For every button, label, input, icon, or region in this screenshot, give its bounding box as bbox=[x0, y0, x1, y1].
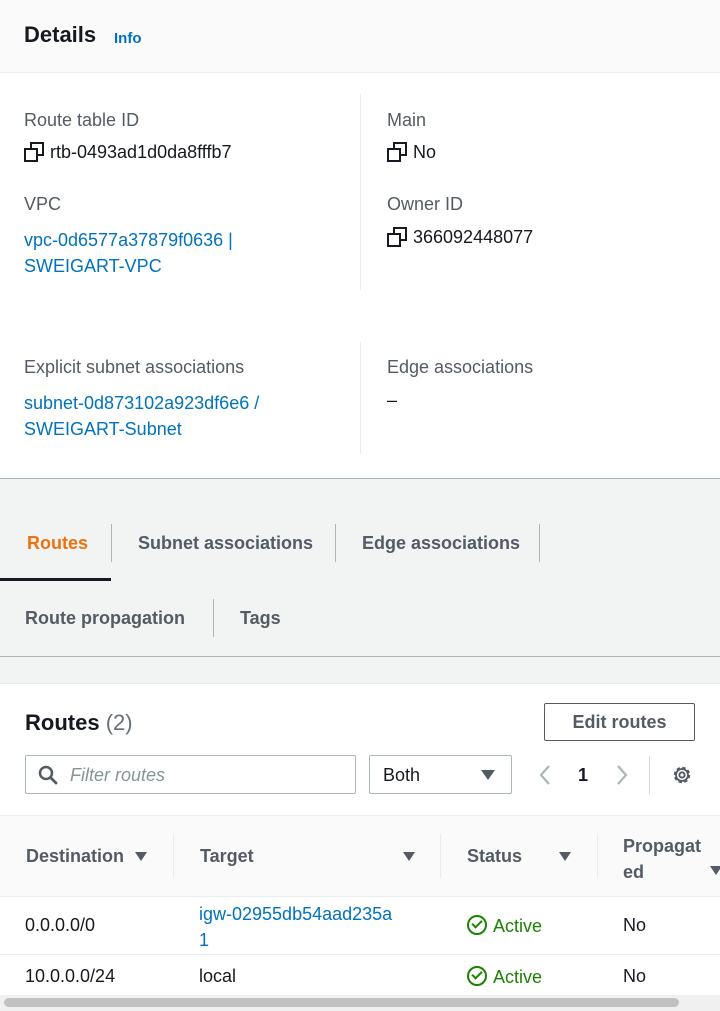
filter-type-select[interactable]: Both bbox=[369, 755, 512, 794]
route-table-id-text: rtb-0493ad1d0da8fffb7 bbox=[50, 142, 232, 162]
table-row[interactable]: 10.0.0.0/24 local Active No bbox=[0, 955, 720, 995]
main-text: No bbox=[413, 142, 437, 162]
row-status: Active bbox=[467, 915, 542, 937]
column-divider[interactable] bbox=[597, 834, 598, 878]
routes-count: (2) bbox=[105, 710, 133, 735]
subnet-link[interactable]: subnet-0d873102a923df6e6 / SWEIGART-Subn… bbox=[24, 390, 259, 442]
copy-icon[interactable] bbox=[387, 227, 407, 247]
row-destination: 10.0.0.0/24 bbox=[25, 966, 116, 986]
info-link[interactable]: Info bbox=[114, 30, 142, 47]
status-ok-icon bbox=[467, 915, 487, 935]
pagination-divider bbox=[649, 756, 650, 794]
details-title: Details bbox=[24, 22, 97, 47]
caret-down-icon bbox=[481, 770, 495, 780]
row-target[interactable]: igw-02955db54aad235a 1 bbox=[199, 901, 392, 953]
subnet-link-line1[interactable]: subnet-0d873102a923df6e6 / bbox=[24, 393, 259, 413]
gear-icon[interactable] bbox=[670, 763, 694, 787]
row-status: Active bbox=[467, 966, 542, 988]
column-divider bbox=[360, 342, 361, 454]
routes-title-text: Routes bbox=[25, 710, 100, 735]
main-value: No bbox=[387, 142, 436, 163]
scrollbar-thumb[interactable] bbox=[4, 998, 679, 1007]
route-table-id-value: rtb-0493ad1d0da8fffb7 bbox=[24, 142, 232, 163]
filter-routes-input[interactable]: Filter routes bbox=[25, 755, 356, 794]
tab-subnet-associations[interactable]: Subnet associations bbox=[138, 533, 313, 554]
details-panel: Details Info Route table ID rtb-0493ad1d… bbox=[0, 0, 720, 479]
horizontal-scrollbar[interactable] bbox=[0, 995, 720, 1011]
search-icon bbox=[38, 765, 58, 785]
sort-icon[interactable] bbox=[710, 866, 720, 875]
vpc-link-line2[interactable]: SWEIGART-VPC bbox=[24, 256, 162, 276]
status-ok-icon bbox=[467, 966, 487, 986]
tab-tags[interactable]: Tags bbox=[240, 608, 281, 629]
table-header: Destination Target Status Propagat ed bbox=[0, 815, 720, 897]
column-divider[interactable] bbox=[173, 834, 174, 878]
row-status-text: Active bbox=[493, 916, 543, 936]
filter-type-value: Both bbox=[383, 765, 421, 785]
active-tab-indicator bbox=[0, 578, 111, 581]
row-target-line1[interactable]: igw-02955db54aad235a bbox=[199, 904, 392, 924]
tab-separator bbox=[335, 524, 336, 562]
tab-bar: Routes Subnet associations Edge associat… bbox=[0, 480, 720, 657]
main-label: Main bbox=[387, 110, 427, 130]
column-divider[interactable] bbox=[440, 834, 441, 878]
vpc-label: VPC bbox=[24, 194, 62, 214]
tab-separator bbox=[539, 524, 540, 562]
subnet-associations-label: Explicit subnet associations bbox=[24, 357, 245, 377]
column-target[interactable]: Target bbox=[200, 846, 254, 867]
column-status[interactable]: Status bbox=[467, 846, 522, 867]
sort-icon[interactable] bbox=[135, 852, 147, 861]
row-propagated: No bbox=[623, 966, 647, 986]
row-status-text: Active bbox=[493, 967, 543, 987]
column-divider bbox=[360, 94, 361, 290]
copy-icon[interactable] bbox=[387, 142, 407, 162]
tab-separator bbox=[111, 524, 112, 562]
owner-id-value: 366092448077 bbox=[387, 227, 533, 248]
subnet-link-line2[interactable]: SWEIGART-Subnet bbox=[24, 419, 182, 439]
tab-edge-associations[interactable]: Edge associations bbox=[362, 533, 520, 554]
row-target: local bbox=[199, 966, 237, 986]
routes-panel: Routes (2) Edit routes Filter routes Bot… bbox=[0, 683, 720, 1011]
sort-icon[interactable] bbox=[403, 852, 415, 861]
chevron-left-icon[interactable] bbox=[537, 764, 553, 786]
details-header: Details Info bbox=[0, 0, 720, 73]
owner-id-label: Owner ID bbox=[387, 194, 464, 214]
tab-separator bbox=[213, 599, 214, 637]
edge-associations-label: Edge associations bbox=[387, 357, 534, 377]
row-target-line2[interactable]: 1 bbox=[199, 930, 209, 950]
row-destination: 0.0.0.0/0 bbox=[25, 915, 96, 935]
sort-icon[interactable] bbox=[559, 852, 571, 861]
tab-route-propagation[interactable]: Route propagation bbox=[25, 608, 185, 629]
column-propagated-line2: ed bbox=[623, 862, 645, 882]
column-destination[interactable]: Destination bbox=[26, 846, 124, 867]
routes-title: Routes (2) bbox=[25, 710, 133, 736]
page-number[interactable]: 1 bbox=[578, 765, 588, 786]
route-table-id-label: Route table ID bbox=[24, 110, 140, 130]
copy-icon[interactable] bbox=[24, 142, 44, 162]
edge-associations-value: – bbox=[387, 390, 398, 410]
column-propagated-line1: Propagat bbox=[623, 836, 702, 856]
vpc-link-line1[interactable]: vpc-0d6577a37879f0636 | bbox=[24, 230, 233, 250]
column-propagated[interactable]: Propagat ed bbox=[623, 833, 701, 885]
chevron-right-icon[interactable] bbox=[614, 764, 630, 786]
tab-routes[interactable]: Routes bbox=[27, 533, 88, 554]
vpc-link[interactable]: vpc-0d6577a37879f0636 | SWEIGART-VPC bbox=[24, 227, 233, 279]
filter-placeholder: Filter routes bbox=[70, 765, 166, 785]
edit-routes-button[interactable]: Edit routes bbox=[544, 703, 695, 741]
table-row[interactable]: 0.0.0.0/0 igw-02955db54aad235a 1 Active … bbox=[0, 896, 720, 955]
owner-id-text: 366092448077 bbox=[413, 227, 534, 247]
row-propagated: No bbox=[623, 915, 647, 935]
